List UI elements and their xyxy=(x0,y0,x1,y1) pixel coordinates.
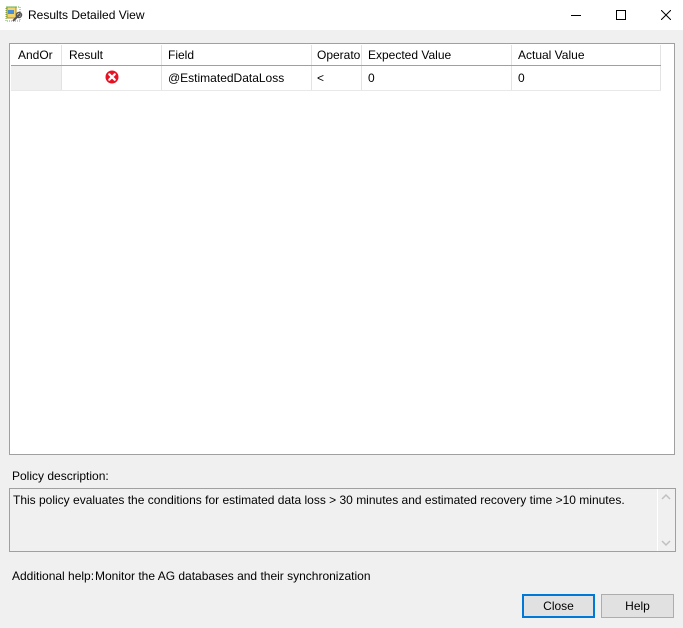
close-icon xyxy=(661,10,671,20)
column-header-andor[interactable]: AndOr xyxy=(11,45,62,65)
maximize-icon xyxy=(616,10,626,20)
additional-help-text: Monitor the AG databases and their synch… xyxy=(95,569,371,583)
cell-field[interactable]: @EstimatedDataLoss xyxy=(162,66,312,90)
description-scrollbar[interactable] xyxy=(657,489,675,551)
cell-actual-value[interactable]: 0 xyxy=(512,66,661,90)
grid-header: AndOr Result Field Operator Expected Val… xyxy=(11,45,661,66)
minimize-button[interactable] xyxy=(553,0,599,30)
policy-tool-icon xyxy=(5,6,23,24)
results-grid[interactable]: AndOr Result Field Operator Expected Val… xyxy=(9,43,675,455)
minimize-icon xyxy=(571,15,581,16)
column-header-operator[interactable]: Operator xyxy=(312,45,362,65)
cell-andor[interactable] xyxy=(11,66,62,90)
column-header-field[interactable]: Field xyxy=(162,45,312,65)
column-header-actual-value[interactable]: Actual Value xyxy=(512,45,661,65)
window-close-button[interactable] xyxy=(643,0,683,30)
cell-operator[interactable]: < xyxy=(312,66,362,90)
column-header-expected-value[interactable]: Expected Value xyxy=(362,45,512,65)
window-title: Results Detailed View xyxy=(28,8,145,22)
policy-description-box[interactable]: This policy evaluates the conditions for… xyxy=(9,488,676,552)
policy-description-label: Policy description: xyxy=(12,469,109,483)
scroll-up-icon[interactable] xyxy=(661,493,671,501)
table-row[interactable]: @EstimatedDataLoss < 0 0 xyxy=(11,66,661,91)
scroll-down-icon[interactable] xyxy=(661,539,671,547)
error-icon xyxy=(105,70,119,87)
additional-help-label: Additional help: xyxy=(12,569,95,583)
cell-expected-value[interactable]: 0 xyxy=(362,66,512,90)
help-button[interactable]: Help xyxy=(601,594,674,618)
policy-description-text: This policy evaluates the conditions for… xyxy=(13,493,625,507)
column-header-result[interactable]: Result xyxy=(62,45,162,65)
title-bar: Results Detailed View xyxy=(0,0,683,30)
maximize-button[interactable] xyxy=(598,0,644,30)
close-button[interactable]: Close xyxy=(522,594,595,618)
cell-result[interactable] xyxy=(62,66,162,90)
